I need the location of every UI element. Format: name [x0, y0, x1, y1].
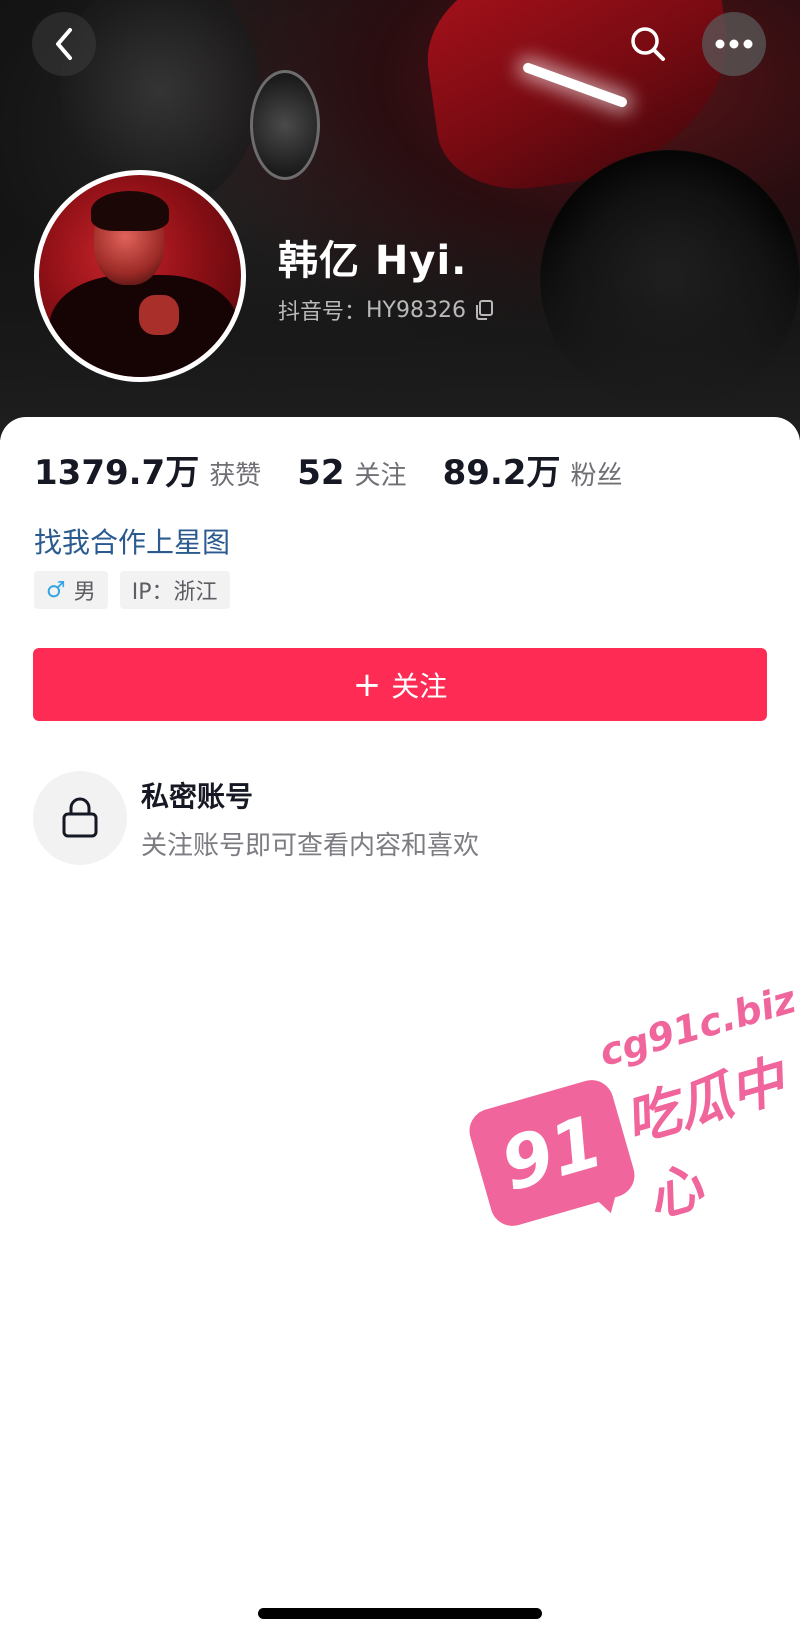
stat-value: 52 — [297, 453, 345, 493]
profile-cover: 韩亿 Hyi. 抖音号： HY98326 — [0, 0, 800, 440]
profile-id-value: HY98326 — [366, 297, 466, 323]
private-account-title: 私密账号 — [141, 779, 254, 813]
stat-label: 粉丝 — [570, 461, 623, 491]
stat-following[interactable]: 52 关注 — [297, 453, 406, 493]
more-button[interactable] — [702, 12, 766, 76]
plus-icon: + — [352, 664, 382, 705]
profile-stats: 1379.7万 获赞 52 关注 89.2万 粉丝 — [34, 445, 658, 494]
stat-label: 关注 — [354, 461, 407, 491]
copy-icon[interactable] — [474, 299, 494, 321]
ip-location-label: IP：浙江 — [131, 580, 218, 605]
private-account-text: 私密账号 关注账号即可查看内容和喜欢 — [141, 775, 479, 862]
avatar-person-hair — [91, 191, 169, 231]
more-horizontal-icon — [715, 39, 753, 49]
private-account-notice: 私密账号 关注账号即可查看内容和喜欢 — [33, 771, 479, 865]
profile-id-label: 抖音号： — [278, 300, 367, 325]
stat-followers[interactable]: 89.2万 粉丝 — [443, 445, 623, 494]
follow-button-label: 关注 — [391, 669, 448, 703]
male-icon: ♂ — [46, 577, 66, 603]
lock-icon — [33, 771, 127, 865]
cover-headlamp — [250, 70, 320, 180]
stat-likes[interactable]: 1379.7万 获赞 — [34, 445, 261, 494]
profile-tags: ♂ 男 IP：浙江 — [34, 571, 242, 609]
avatar[interactable] — [34, 170, 246, 382]
cooperation-link[interactable]: 找我合作上星图 — [34, 521, 230, 561]
private-account-description: 关注账号即可查看内容和喜欢 — [141, 830, 480, 861]
stat-value: 1379.7万 — [34, 453, 200, 493]
profile-name: 韩亿 Hyi. — [278, 238, 468, 284]
home-indicator[interactable] — [258, 1608, 542, 1619]
search-button[interactable] — [616, 12, 680, 76]
stat-label: 获赞 — [209, 461, 262, 491]
chevron-left-icon — [56, 28, 72, 60]
follow-button[interactable]: + 关注 — [33, 648, 767, 721]
search-icon — [631, 27, 665, 61]
gender-tag: ♂ 男 — [34, 571, 108, 609]
back-button[interactable] — [32, 12, 96, 76]
ip-location-tag: IP：浙江 — [119, 571, 230, 609]
stat-value: 89.2万 — [442, 453, 561, 493]
gender-label: 男 — [73, 580, 96, 605]
avatar-person-hand — [139, 295, 179, 335]
profile-id-row[interactable]: 抖音号： HY98326 — [278, 294, 494, 326]
